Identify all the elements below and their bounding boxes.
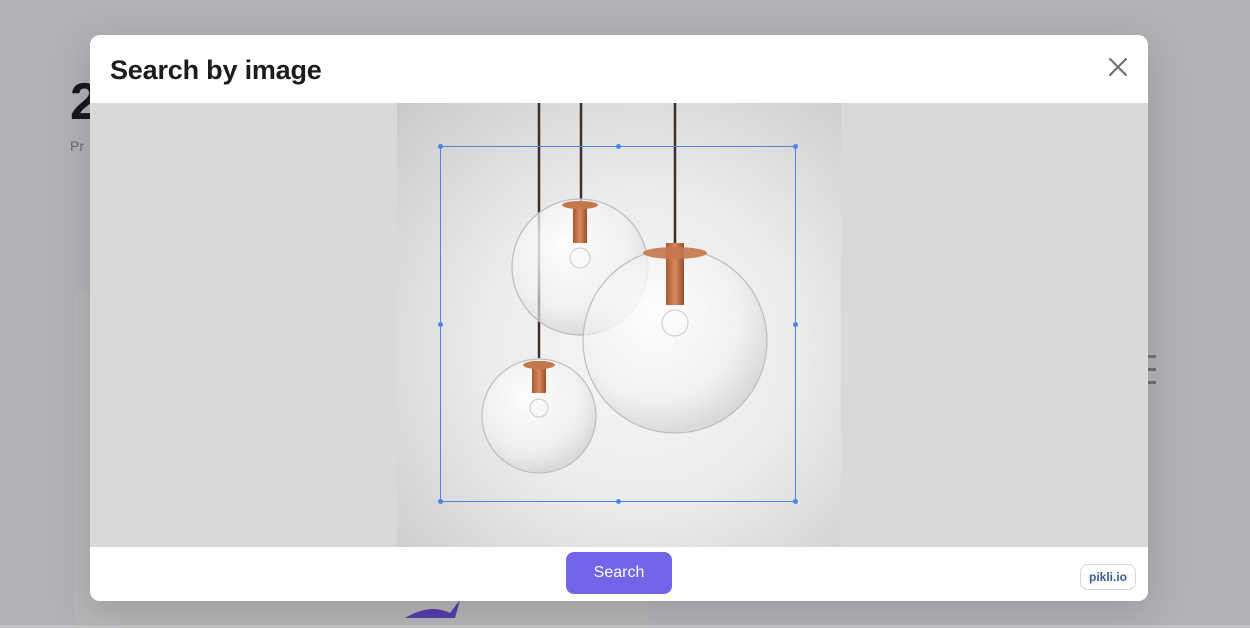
search-button[interactable]: Search bbox=[566, 552, 672, 594]
crop-handle-top-right[interactable] bbox=[793, 144, 798, 149]
brand-badge[interactable]: pikli.io bbox=[1079, 564, 1136, 590]
search-by-image-modal: Search by image Search pikli.io bbox=[90, 35, 1148, 601]
modal-footer: Search pikli.io bbox=[90, 547, 1148, 601]
modal-title: Search by image bbox=[110, 55, 322, 85]
crop-handle-top-left[interactable] bbox=[438, 144, 443, 149]
modal-header: Search by image bbox=[90, 35, 1148, 103]
crop-handle-bottom-right[interactable] bbox=[793, 499, 798, 504]
crop-handle-bottom-left[interactable] bbox=[438, 499, 443, 504]
crop-handle-bottom[interactable] bbox=[616, 499, 621, 504]
crop-selection-box[interactable] bbox=[438, 144, 798, 504]
close-icon[interactable] bbox=[1106, 55, 1130, 79]
crop-area bbox=[90, 103, 1148, 547]
crop-handle-top[interactable] bbox=[616, 144, 621, 149]
crop-handle-left[interactable] bbox=[438, 322, 443, 327]
crop-handle-right[interactable] bbox=[793, 322, 798, 327]
uploaded-image bbox=[397, 103, 841, 547]
